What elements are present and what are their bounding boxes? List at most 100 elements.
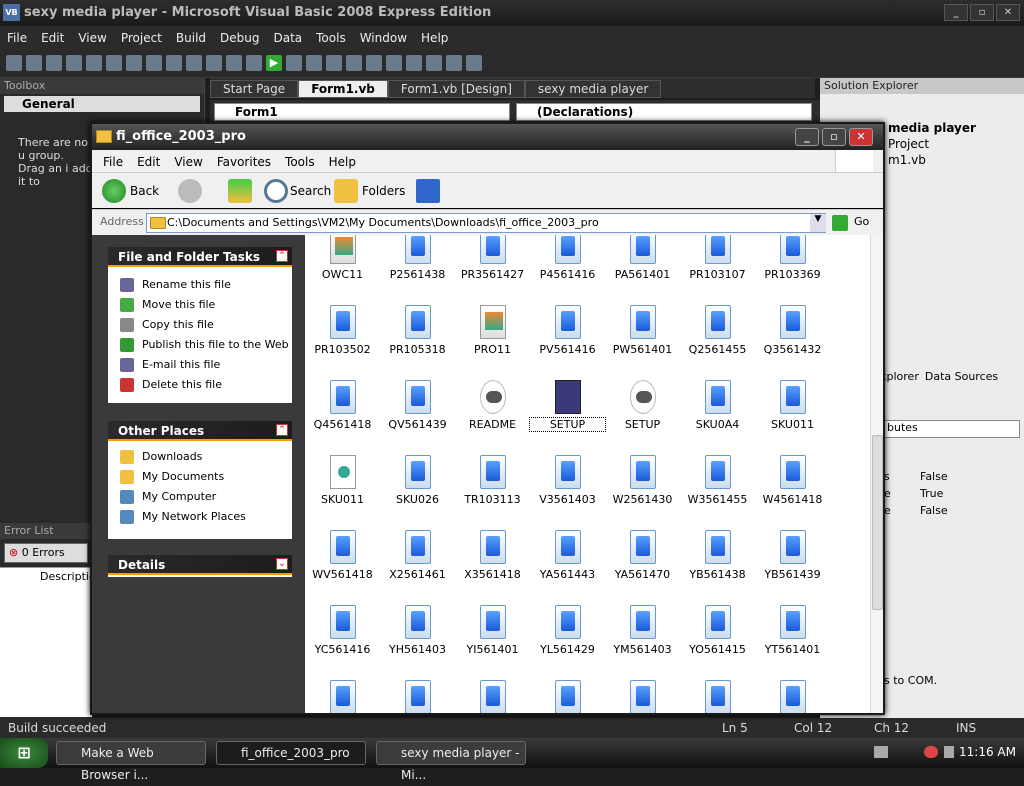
toolbox-group-general[interactable]: General [4,96,200,112]
step-over-icon[interactable] [346,55,362,71]
file-item[interactable]: PV561416 [530,301,605,376]
paste-icon[interactable] [146,55,162,71]
file-item[interactable]: ZC561410 [380,676,455,713]
tab-solution-explorer[interactable]: xplorer [880,370,919,383]
taskbar-clock[interactable]: 11:16 AM [959,745,1016,759]
save-all-icon[interactable] [86,55,102,71]
file-item[interactable]: W4561418 [755,451,830,526]
cut-icon[interactable] [106,55,122,71]
file-item[interactable]: W2561430 [605,451,680,526]
volume-tray-icon[interactable] [944,746,954,758]
file-item[interactable]: YO561415 [680,601,755,676]
copy-icon[interactable] [126,55,142,71]
vb-menu-file[interactable]: File [0,31,34,45]
go-arrow-icon[interactable] [832,215,848,231]
start-debug-icon[interactable]: ▶ [266,55,282,71]
start-page-icon[interactable] [466,55,482,71]
class-name-combo[interactable]: Form1 [214,103,510,121]
file-item[interactable]: TR103113 [455,451,530,526]
file-item[interactable]: Q3561432 [755,301,830,376]
file-item[interactable]: PR103369 [755,235,830,301]
error-column-description[interactable]: Descriptio [0,568,96,583]
property-row[interactable]: e True [884,485,948,502]
forward-arrow-icon[interactable] [178,179,202,203]
file-item[interactable]: SETUP [529,376,606,451]
taskbar-item-visual-basic[interactable]: sexy media player - Mi... [376,741,526,782]
file-item[interactable]: PW561401 [605,301,680,376]
open-icon[interactable] [46,55,62,71]
keyboard-tray-icon[interactable] [874,746,888,758]
scrollbar-thumb[interactable] [872,435,883,610]
file-item[interactable]: PRO11 [455,301,530,376]
file-item[interactable]: YA561470 [605,526,680,601]
place-my-computer[interactable]: My Computer [108,487,292,507]
collapse-icon[interactable]: ⌃ [276,424,288,436]
folders-button[interactable]: Folders [362,177,405,205]
file-item[interactable]: YL561429 [530,601,605,676]
comment-icon[interactable] [186,55,202,71]
properties-icon[interactable] [406,55,422,71]
go-button[interactable]: Go [854,215,869,228]
taskbar-item-explorer[interactable]: fi_office_2003_pro [216,741,366,765]
explorer-menu-edit[interactable]: Edit [130,155,167,169]
task-rename[interactable]: Rename this file [108,275,292,295]
task-copy[interactable]: Copy this file [108,315,292,335]
explorer-maximize-button[interactable]: ▫ [822,128,846,146]
task-email[interactable]: E-mail this file [108,355,292,375]
method-name-combo[interactable]: (Declarations) [516,103,812,121]
property-row[interactable]: s False [884,468,948,485]
file-item[interactable]: Q4561418 [305,376,380,451]
vb-close-button[interactable]: ✕ [996,4,1020,21]
address-input[interactable]: C:\Documents and Settings\VM2\My Documen… [146,213,826,233]
tab-form1-design[interactable]: Form1.vb [Design] [387,80,525,98]
explorer-close-button[interactable]: ✕ [849,128,873,146]
search-button[interactable]: Search [290,177,331,205]
taskbar-item-browser-tutorial[interactable]: Make a Web Browser i... [56,741,206,782]
find-icon[interactable] [166,55,182,71]
vb-menu-window[interactable]: Window [353,31,414,45]
file-item[interactable]: V3561403 [530,451,605,526]
file-item[interactable]: PA561401 [605,235,680,301]
network-tray-icon[interactable] [924,746,938,758]
file-item[interactable]: YA561443 [530,526,605,601]
save-icon[interactable] [66,55,82,71]
solution-explorer-icon[interactable] [386,55,402,71]
explorer-minimize-button[interactable]: _ [795,128,819,146]
place-my-documents[interactable]: My Documents [108,467,292,487]
explorer-menu-file[interactable]: File [96,155,130,169]
explorer-menu-help[interactable]: Help [322,155,363,169]
explorer-titlebar[interactable]: fi_office_2003_pro _ ▫ ✕ [92,124,883,150]
place-my-network-places[interactable]: My Network Places [108,507,292,527]
file-item[interactable]: README [455,376,530,451]
file-item[interactable]: YB561439 [755,526,830,601]
file-item[interactable]: ZD561402 [455,676,530,713]
pause-icon[interactable] [286,55,302,71]
file-item[interactable]: YM561403 [605,601,680,676]
file-item[interactable]: YH561403 [380,601,455,676]
file-item[interactable]: ZF561402 [605,676,680,713]
file-item[interactable]: ZE561416 [530,676,605,713]
back-arrow-icon[interactable] [102,179,126,203]
properties-object-combo[interactable]: butes [884,420,1020,438]
explorer-menu-tools[interactable]: Tools [278,155,322,169]
file-item[interactable]: YI561401 [455,601,530,676]
file-item[interactable]: SKU026 [380,451,455,526]
collapse-icon[interactable]: ⌃ [276,250,288,262]
file-item[interactable]: Q2561455 [680,301,755,376]
file-item[interactable]: PR103502 [305,301,380,376]
file-item[interactable]: WV561418 [305,526,380,601]
step-out-icon[interactable] [366,55,382,71]
toolbox-icon[interactable] [446,55,462,71]
expand-icon[interactable]: ⌄ [276,558,288,570]
up-folder-icon[interactable] [228,179,252,203]
undo-icon[interactable] [206,55,222,71]
views-icon[interactable] [416,179,440,203]
add-item-icon[interactable] [26,55,42,71]
vb-menu-project[interactable]: Project [114,31,169,45]
redo-icon[interactable] [226,55,242,71]
property-row[interactable]: e False [884,502,948,519]
vb-menu-edit[interactable]: Edit [34,31,71,45]
search-icon[interactable] [264,179,288,203]
place-downloads[interactable]: Downloads [108,447,292,467]
vb-menu-help[interactable]: Help [414,31,455,45]
